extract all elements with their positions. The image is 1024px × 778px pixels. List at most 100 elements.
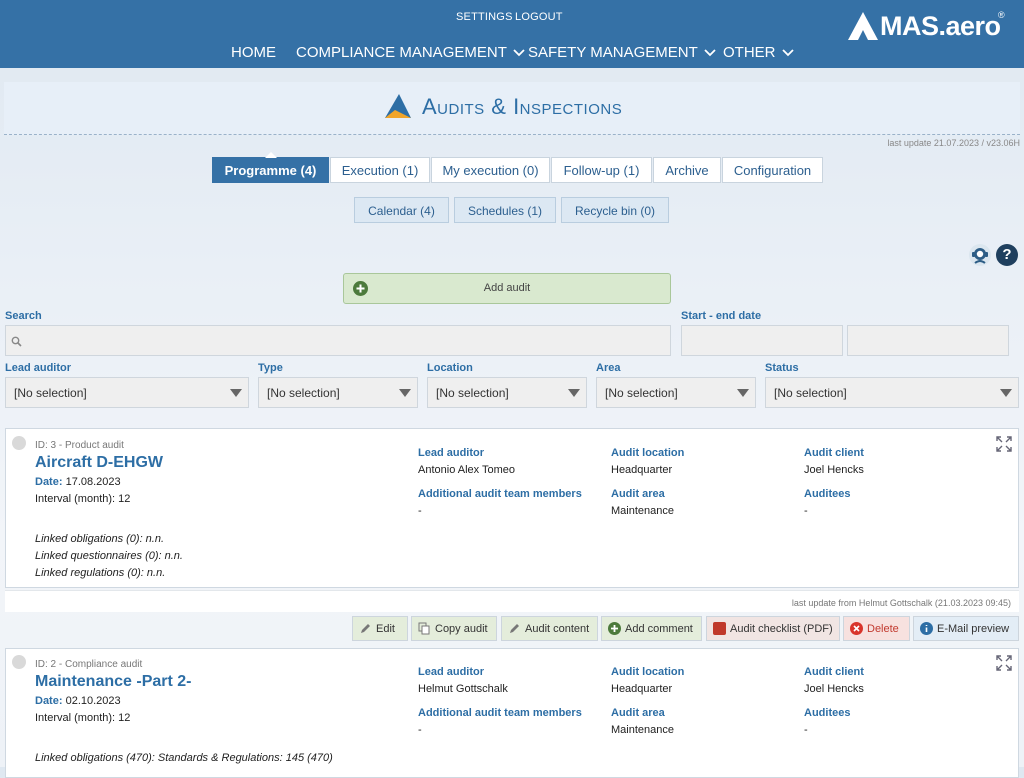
- date-range-label: Start - end date: [681, 310, 762, 322]
- add-comment-label: Add comment: [625, 623, 693, 635]
- audit-interval: Interval (month): 12: [35, 493, 131, 505]
- copy-audit-button[interactable]: Copy audit: [411, 616, 497, 641]
- tab-configuration[interactable]: Configuration: [722, 157, 823, 183]
- date-label: Date:: [35, 695, 63, 707]
- audit-meta: ID: 3 - Product audit: [35, 440, 124, 451]
- email-preview-label: E-Mail preview: [937, 623, 1010, 635]
- audit-date: Date: 02.10.2023: [35, 695, 121, 707]
- audit-content-label: Audit content: [525, 623, 590, 635]
- start-date-input[interactable]: [681, 325, 843, 356]
- delete-button[interactable]: Delete: [843, 616, 910, 641]
- location-select-value: [No selection]: [436, 386, 509, 400]
- audit-content-button[interactable]: Audit content: [501, 616, 598, 641]
- dropdown-arrow-icon: [737, 389, 749, 397]
- status-indicator: [12, 655, 26, 669]
- audit-title[interactable]: Maintenance -Part 2-: [35, 673, 191, 691]
- delete-label: Delete: [867, 623, 899, 635]
- logo-text: MAS.aero: [880, 11, 1001, 41]
- nav-home[interactable]: HOME: [231, 44, 276, 61]
- tab-follow-up[interactable]: Follow-up (1): [551, 157, 652, 183]
- tab-archive[interactable]: Archive: [653, 157, 721, 183]
- help-icon[interactable]: ?: [996, 244, 1018, 266]
- delete-icon: [850, 622, 863, 635]
- linked-questionnaires: Linked questionnaires (0): n.n.: [35, 550, 183, 562]
- add-comment-button[interactable]: Add comment: [601, 616, 702, 641]
- audit-location-label: Audit location: [611, 447, 685, 459]
- audit-location-value: Headquarter: [611, 464, 673, 476]
- audit-area-value: Maintenance: [611, 505, 674, 517]
- lead-auditor-label: Lead auditor: [418, 447, 485, 459]
- location-select[interactable]: [No selection]: [427, 377, 587, 408]
- area-select[interactable]: [No selection]: [596, 377, 756, 408]
- auditees-value: -: [804, 724, 808, 736]
- status-filter-label: Status: [765, 362, 799, 374]
- additional-members-label: Additional audit team members: [418, 707, 582, 719]
- info-icon: [920, 622, 933, 635]
- support-agent-icon[interactable]: [969, 244, 991, 266]
- audit-interval: Interval (month): 12: [35, 712, 131, 724]
- linked-regulations: Linked regulations (0): n.n.: [35, 567, 166, 579]
- edit-button[interactable]: Edit: [352, 616, 408, 641]
- linked-obligations: Linked obligations (470): Standards & Re…: [35, 752, 333, 764]
- audit-checklist-pdf-button[interactable]: Audit checklist (PDF): [706, 616, 840, 641]
- date-value: 17.08.2023: [65, 476, 121, 488]
- audit-client-label: Audit client: [804, 447, 864, 459]
- lead-auditor-value: Antonio Alex Tomeo: [418, 464, 516, 476]
- copy-icon: [418, 622, 431, 635]
- tab-my-execution[interactable]: My execution (0): [431, 157, 550, 183]
- email-preview-button[interactable]: E-Mail preview: [913, 616, 1019, 641]
- subtab-recycle-bin[interactable]: Recycle bin (0): [561, 197, 669, 223]
- search-icon: [11, 336, 22, 347]
- amas-logo[interactable]: MAS.aero ®: [846, 8, 1006, 44]
- settings-link[interactable]: SETTINGS: [456, 11, 513, 23]
- tab-programme[interactable]: Programme (4): [212, 152, 329, 183]
- pencil-icon: [359, 622, 372, 635]
- audit-area-value: Maintenance: [611, 724, 674, 736]
- auditees-label: Auditees: [804, 488, 851, 500]
- edit-label: Edit: [376, 623, 395, 635]
- expand-icon[interactable]: [996, 436, 1012, 452]
- linked-obligations: Linked obligations (0): n.n.: [35, 533, 165, 545]
- audit-client-value: Joel Hencks: [804, 464, 864, 476]
- audit-location-value: Headquarter: [611, 683, 673, 695]
- nav-compliance-label: COMPLIANCE MANAGEMENT: [296, 44, 507, 61]
- nav-safety-management[interactable]: SAFETY MANAGEMENT: [528, 44, 716, 61]
- nav-home-label: HOME: [231, 44, 276, 61]
- type-select-value: [No selection]: [267, 386, 340, 400]
- audit-area-label: Audit area: [611, 488, 665, 500]
- audit-card: [5, 428, 1019, 588]
- page-title: Audits & Inspections: [422, 94, 623, 119]
- end-date-input[interactable]: [847, 325, 1009, 356]
- audit-client-label: Audit client: [804, 666, 864, 678]
- search-input[interactable]: [5, 325, 671, 356]
- status-select[interactable]: [No selection]: [765, 377, 1019, 408]
- nav-compliance-management[interactable]: COMPLIANCE MANAGEMENT: [296, 44, 525, 61]
- date-label: Date:: [35, 476, 63, 488]
- status-select-value: [No selection]: [774, 386, 847, 400]
- logo-mark-icon: [848, 12, 878, 40]
- logo-registered-mark: ®: [998, 10, 1005, 20]
- audit-title[interactable]: Aircraft D-EHGW: [35, 454, 163, 472]
- lead-auditor-filter-label: Lead auditor: [5, 362, 72, 374]
- area-select-value: [No selection]: [605, 386, 678, 400]
- nav-other[interactable]: OTHER: [723, 44, 794, 61]
- tab-execution[interactable]: Execution (1): [330, 157, 430, 183]
- expand-icon[interactable]: [996, 655, 1012, 671]
- lead-auditor-select[interactable]: [No selection]: [5, 377, 249, 408]
- subtab-calendar[interactable]: Calendar (4): [354, 197, 449, 223]
- dropdown-arrow-icon: [230, 389, 242, 397]
- location-filter-label: Location: [427, 362, 473, 374]
- tab-programme-label: Programme (4): [224, 163, 317, 178]
- type-filter-label: Type: [258, 362, 283, 374]
- type-select[interactable]: [No selection]: [258, 377, 418, 408]
- audit-location-label: Audit location: [611, 666, 685, 678]
- add-audit-button[interactable]: Add audit: [343, 273, 671, 304]
- copy-audit-label: Copy audit: [435, 623, 488, 635]
- dropdown-arrow-icon: [1000, 389, 1012, 397]
- status-indicator: [12, 436, 26, 450]
- subtab-schedules[interactable]: Schedules (1): [454, 197, 556, 223]
- audit-last-update: last update from Helmut Gottschalk (21.0…: [5, 590, 1019, 612]
- area-filter-label: Area: [596, 362, 621, 374]
- add-audit-label: Add audit: [483, 282, 531, 294]
- logout-link[interactable]: LOGOUT: [515, 11, 563, 23]
